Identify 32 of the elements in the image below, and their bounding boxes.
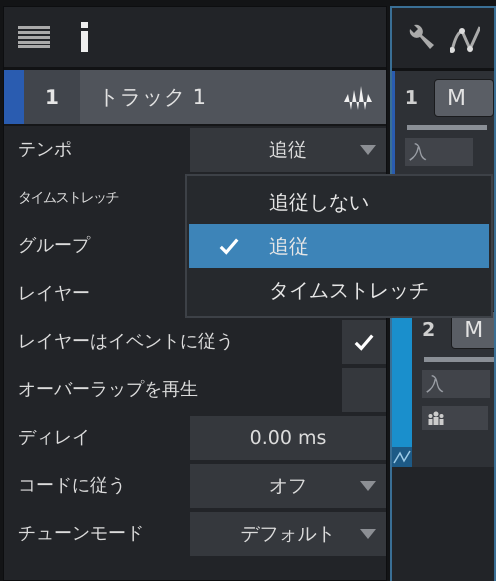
property-field[interactable]: 0.00 ms	[190, 416, 386, 460]
property-label: レイヤー	[17, 282, 91, 306]
property-label: オーバーラップを再生	[17, 378, 198, 402]
property-label: レイヤーはイベントに従う	[17, 330, 234, 354]
property-label: チューンモード	[17, 522, 145, 546]
menu-item[interactable]: タイムストレッチ	[189, 268, 489, 312]
menu-item[interactable]: 追従しない	[189, 180, 489, 224]
property-dropdown[interactable]: 追従	[190, 128, 386, 172]
mixer-button[interactable]	[422, 406, 488, 430]
property-label: テンポ	[17, 138, 73, 162]
input-selector[interactable]: 入	[404, 138, 473, 166]
track-number: 2	[422, 319, 436, 341]
property-label: コードに従う	[17, 474, 127, 498]
info-icon[interactable]	[80, 22, 90, 52]
property-label: タイムストレッチ	[17, 188, 120, 208]
track-name: トラック 1	[97, 84, 208, 111]
property-dropdown[interactable]: デフォルト	[190, 512, 386, 556]
caret-icon	[360, 529, 376, 539]
menu-icon[interactable]	[18, 26, 50, 48]
input-selector[interactable]: 入	[422, 370, 490, 398]
property-checkbox[interactable]	[342, 320, 386, 364]
property-label: ディレイ	[17, 426, 91, 450]
volume-slider[interactable]	[424, 357, 494, 362]
property-checkbox[interactable]	[342, 368, 386, 412]
caret-icon	[360, 481, 376, 491]
property-dropdown[interactable]: オフ	[190, 464, 386, 508]
people-icon	[428, 411, 444, 425]
caret-icon	[360, 145, 376, 155]
track-number: 1	[24, 70, 80, 124]
property-label: グループ	[17, 234, 92, 258]
track-number: 1	[404, 87, 418, 109]
mute-button[interactable]: M	[434, 79, 494, 117]
